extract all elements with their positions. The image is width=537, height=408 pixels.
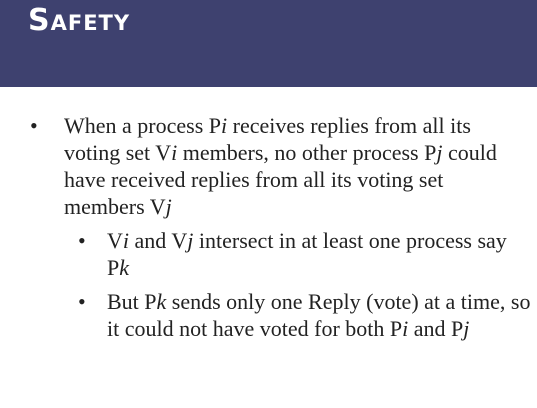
bullet-list: • When a process Pi receives replies fro… bbox=[0, 112, 537, 342]
slide-title: Safety bbox=[28, 3, 131, 38]
sub-bullet-marker: • bbox=[78, 228, 86, 253]
bullet-text: When a process Pi receives replies from … bbox=[64, 113, 497, 219]
slide: Safety • When a process Pi receives repl… bbox=[0, 0, 537, 408]
sub-bullet-marker: • bbox=[78, 289, 86, 314]
sub-bullet-item-1: • Vi and Vj intersect in at least one pr… bbox=[0, 227, 537, 281]
sub-bullet-text: Vi and Vj intersect in at least one proc… bbox=[107, 228, 507, 280]
bullet-item-1: • When a process Pi receives replies fro… bbox=[0, 112, 537, 220]
sub-bullet-text: But Pk sends only one Reply (vote) at a … bbox=[107, 289, 531, 341]
sub-bullet-item-2: • But Pk sends only one Reply (vote) at … bbox=[0, 288, 537, 342]
bullet-marker: • bbox=[30, 113, 38, 138]
title-bar: Safety bbox=[0, 0, 537, 87]
